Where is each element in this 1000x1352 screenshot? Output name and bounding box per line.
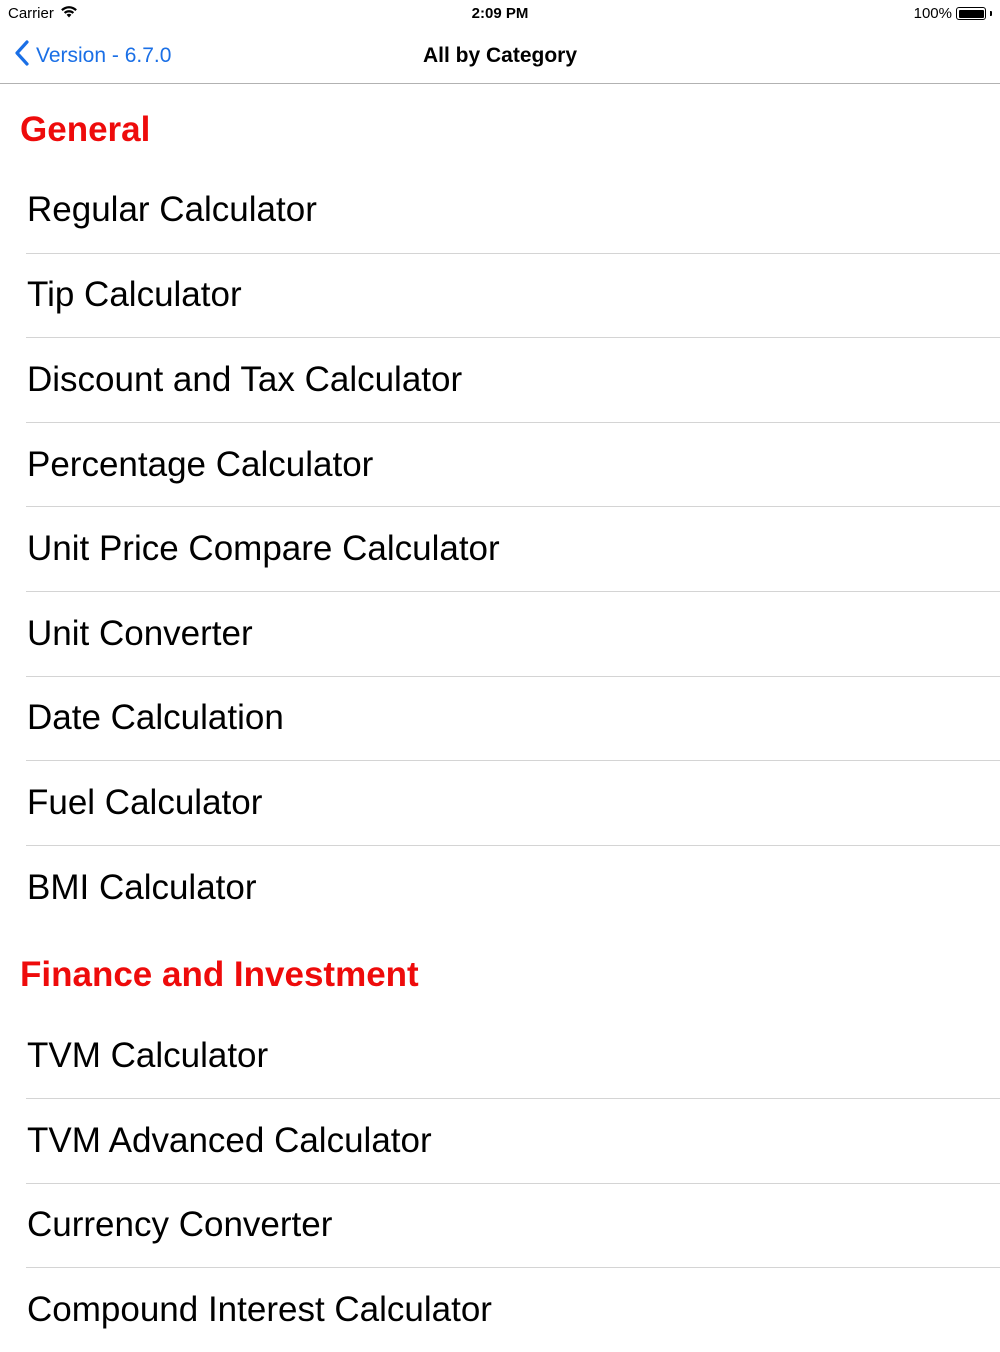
battery-tip (990, 11, 992, 16)
status-right: 100% (914, 5, 992, 22)
section-header: General (20, 110, 151, 149)
list-item[interactable]: Discount and Tax Calculator (26, 337, 1000, 422)
list-item-label: TVM Advanced Calculator (27, 1120, 432, 1160)
list-item-label: TVM Calculator (27, 1035, 269, 1075)
status-time: 2:09 PM (471, 5, 529, 22)
section-list: Regular Calculator Tip Calculator Discount… (0, 168, 1000, 929)
list-item-label: Unit Converter (27, 613, 253, 653)
list-item-label: Currency Converter (27, 1205, 333, 1245)
list-item[interactable]: TVM Calculator (26, 1013, 1000, 1098)
category-list: General Regular Calculator Tip Calculator D… (0, 84, 1000, 1352)
list-item-label: Fuel Calculator (27, 782, 263, 822)
battery-percent: 100% (913, 5, 952, 22)
page-title: All by Category (422, 44, 578, 67)
list-item[interactable]: Date Calculation (26, 675, 1000, 761)
list-item-label: Discount and Tax Calculator (27, 359, 463, 399)
list-item[interactable]: Currency Converter (26, 1182, 1000, 1268)
battery-icon (956, 7, 986, 20)
status-bar: Carrier 2:09 PM 100% (0, 0, 1000, 28)
list-item[interactable]: Fuel Calculator (26, 760, 1000, 845)
list-item[interactable]: TVM Advanced Calculator (26, 1097, 1000, 1183)
list-item[interactable]: Tip Calculator (26, 252, 1000, 338)
list-item[interactable]: Unit Price Compare Calculator (26, 506, 1000, 591)
list-item[interactable]: Compound Interest Calculator (26, 1267, 1000, 1352)
list-item[interactable]: Percentage Calculator (26, 421, 1000, 507)
list-item[interactable]: Unit Converter (26, 590, 1000, 676)
list-item-label: Regular Calculator (27, 190, 317, 230)
list-item[interactable]: Regular Calculator (26, 168, 1000, 253)
section-list: TVM Calculator TVM Advanced Calculator Cur… (0, 1013, 1000, 1351)
list-item-label: Percentage Calculator (27, 444, 374, 484)
list-item-label: Tip Calculator (27, 275, 242, 315)
section-header: Finance and Investment (20, 955, 419, 995)
list-item-label: BMI Calculator (27, 867, 257, 907)
list-item-label: Compound Interest Calculator (27, 1289, 492, 1329)
list-item-label: Date Calculation (27, 698, 284, 738)
navigation-bar: Version - 6.7.0 All by Category (0, 28, 1000, 84)
list-item[interactable]: BMI Calculator (26, 844, 1000, 930)
list-item-label: Unit Price Compare Calculator (27, 529, 500, 569)
